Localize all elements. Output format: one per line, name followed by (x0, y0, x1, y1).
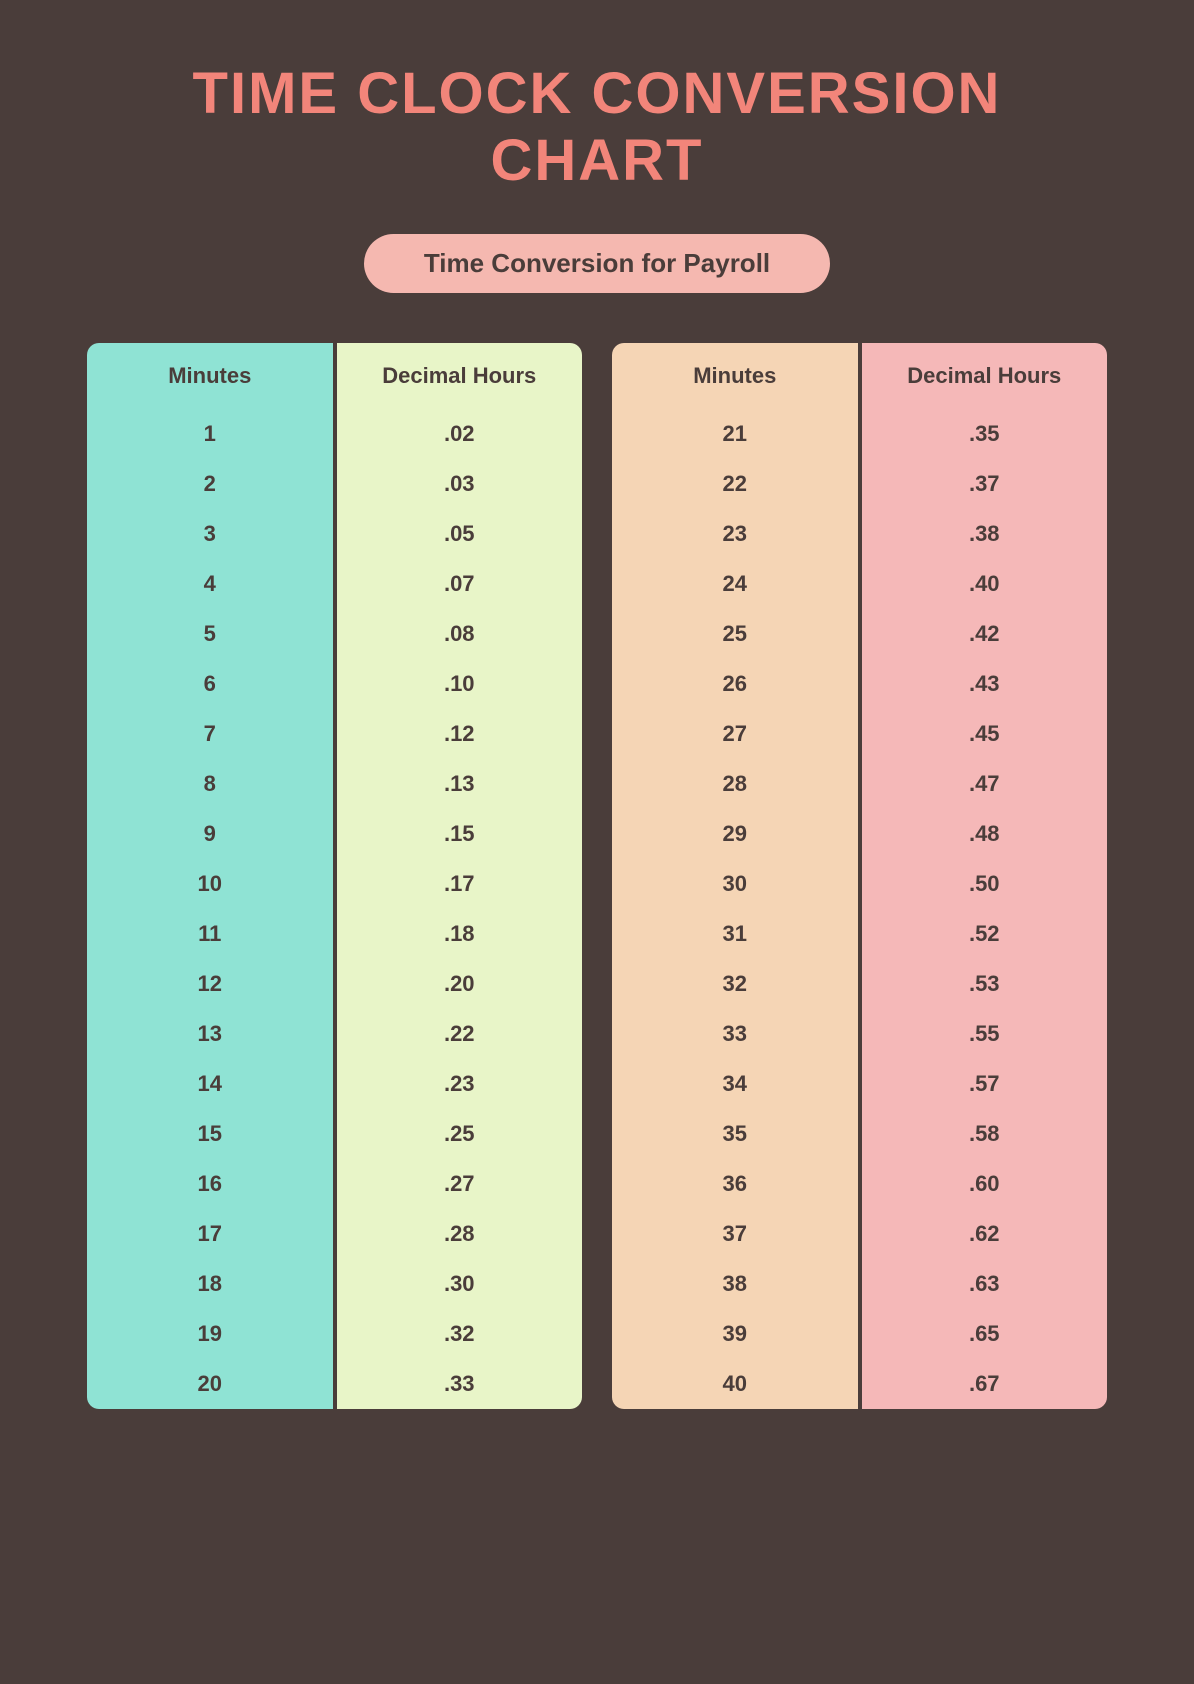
table-row: .23 (337, 1059, 583, 1109)
table-row: 34 (612, 1059, 858, 1109)
table-row: 26 (612, 659, 858, 709)
table-row: 29 (612, 809, 858, 859)
table-row: .53 (862, 959, 1108, 1009)
table-row: .32 (337, 1309, 583, 1359)
table-row: .60 (862, 1159, 1108, 1209)
table-row: .22 (337, 1009, 583, 1059)
table-row: .28 (337, 1209, 583, 1259)
table-row: .02 (337, 409, 583, 459)
table-row: 20 (87, 1359, 333, 1409)
table-row: .35 (862, 409, 1108, 459)
subtitle-pill: Time Conversion for Payroll (364, 234, 830, 293)
table-row: .17 (337, 859, 583, 909)
table-row: 14 (87, 1059, 333, 1109)
col-minutes-left: Minutes 1234567891011121314151617181920 (87, 343, 333, 1409)
table-row: 3 (87, 509, 333, 559)
table-row: .33 (337, 1359, 583, 1409)
table-row: 17 (87, 1209, 333, 1259)
table-row: 22 (612, 459, 858, 509)
table-row: .25 (337, 1109, 583, 1159)
table-row: 1 (87, 409, 333, 459)
left-col-group: Minutes 1234567891011121314151617181920 … (87, 343, 582, 1409)
table-row: 40 (612, 1359, 858, 1409)
table-row: .47 (862, 759, 1108, 809)
table-row: 27 (612, 709, 858, 759)
table-row: 37 (612, 1209, 858, 1259)
table-row: .38 (862, 509, 1108, 559)
table-row: 8 (87, 759, 333, 809)
page-title: TIME CLOCK CONVERSION CHART (80, 60, 1114, 194)
table-row: .05 (337, 509, 583, 559)
table-row: 39 (612, 1309, 858, 1359)
table-row: 7 (87, 709, 333, 759)
subtitle-text: Time Conversion for Payroll (424, 248, 770, 278)
table-row: 19 (87, 1309, 333, 1359)
table-row: 31 (612, 909, 858, 959)
table-row: 35 (612, 1109, 858, 1159)
right-col-group: Minutes 21222324252627282930313233343536… (612, 343, 1107, 1409)
conversion-table: Minutes 1234567891011121314151617181920 … (87, 343, 1107, 1409)
col4-header: Decimal Hours (862, 343, 1108, 409)
table-row: .55 (862, 1009, 1108, 1059)
table-row: .45 (862, 709, 1108, 759)
table-row: 5 (87, 609, 333, 659)
col-decimal-left: Decimal Hours .02.03.05.07.08.10.12.13.1… (337, 343, 583, 1409)
table-row: .50 (862, 859, 1108, 909)
table-row: .13 (337, 759, 583, 809)
table-row: .67 (862, 1359, 1108, 1409)
table-row: 30 (612, 859, 858, 909)
table-row: 13 (87, 1009, 333, 1059)
table-row: .37 (862, 459, 1108, 509)
table-row: 10 (87, 859, 333, 909)
table-row: 33 (612, 1009, 858, 1059)
table-row: .15 (337, 809, 583, 859)
col1-header: Minutes (87, 343, 333, 409)
table-row: 6 (87, 659, 333, 709)
table-row: .07 (337, 559, 583, 609)
table-row: .52 (862, 909, 1108, 959)
table-row: 28 (612, 759, 858, 809)
table-row: .65 (862, 1309, 1108, 1359)
table-row: .62 (862, 1209, 1108, 1259)
table-row: 9 (87, 809, 333, 859)
table-row: .10 (337, 659, 583, 709)
table-row: 12 (87, 959, 333, 1009)
table-row: .43 (862, 659, 1108, 709)
table-row: .40 (862, 559, 1108, 609)
table-row: 32 (612, 959, 858, 1009)
table-row: .12 (337, 709, 583, 759)
table-row: .58 (862, 1109, 1108, 1159)
table-row: .63 (862, 1259, 1108, 1309)
table-row: 25 (612, 609, 858, 659)
table-row: 21 (612, 409, 858, 459)
col-decimal-right: Decimal Hours .35.37.38.40.42.43.45.47.4… (862, 343, 1108, 1409)
table-row: .42 (862, 609, 1108, 659)
table-row: 15 (87, 1109, 333, 1159)
table-row: .57 (862, 1059, 1108, 1109)
table-row: 16 (87, 1159, 333, 1209)
table-row: 18 (87, 1259, 333, 1309)
table-row: .03 (337, 459, 583, 509)
table-row: 2 (87, 459, 333, 509)
col2-header: Decimal Hours (337, 343, 583, 409)
table-row: .48 (862, 809, 1108, 859)
table-row: 11 (87, 909, 333, 959)
table-row: 23 (612, 509, 858, 559)
table-row: .08 (337, 609, 583, 659)
table-row: .30 (337, 1259, 583, 1309)
table-row: .27 (337, 1159, 583, 1209)
table-row: 36 (612, 1159, 858, 1209)
col3-header: Minutes (612, 343, 858, 409)
table-row: .20 (337, 959, 583, 1009)
table-row: 24 (612, 559, 858, 609)
table-row: 38 (612, 1259, 858, 1309)
col-minutes-right: Minutes 21222324252627282930313233343536… (612, 343, 858, 1409)
table-row: .18 (337, 909, 583, 959)
table-row: 4 (87, 559, 333, 609)
